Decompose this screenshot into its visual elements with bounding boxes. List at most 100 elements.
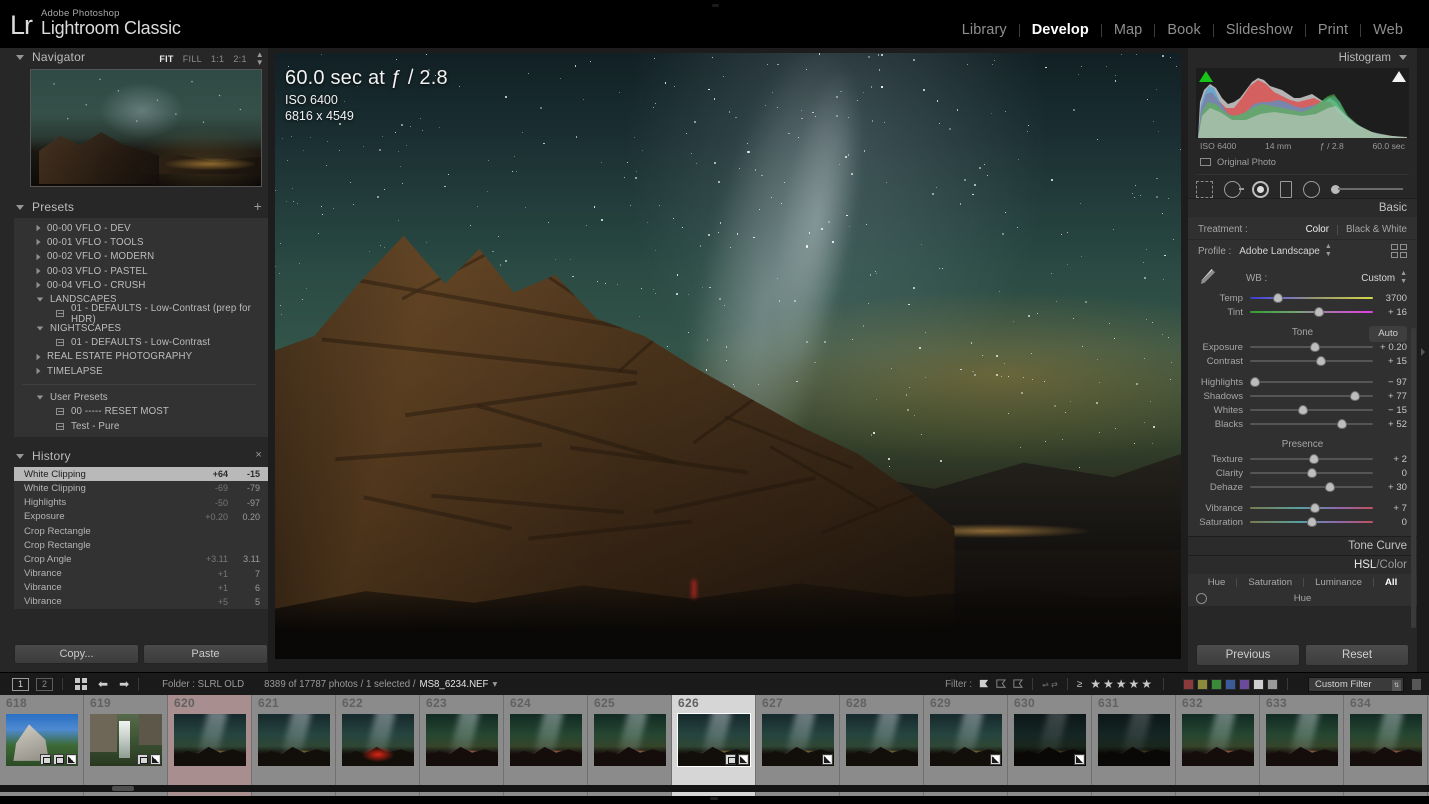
filmstrip-thumbnail[interactable]: 629 bbox=[924, 695, 1008, 796]
red-eye-icon[interactable] bbox=[1252, 181, 1269, 198]
previous-button[interactable]: Previous bbox=[1196, 644, 1300, 666]
develop-badge-icon[interactable] bbox=[822, 754, 833, 765]
slider-track-area[interactable] bbox=[1250, 391, 1373, 401]
slider-value[interactable]: 0 bbox=[1373, 517, 1407, 528]
slider-row-saturation[interactable]: Saturation0 bbox=[1198, 515, 1407, 529]
filmstrip-thumbnail[interactable]: 619 bbox=[84, 695, 168, 796]
custom-filter-select[interactable]: Custom Filter ⇅ bbox=[1308, 677, 1404, 692]
flag-pick-icon[interactable] bbox=[978, 679, 989, 690]
stepper-icon[interactable]: ⇅ bbox=[1392, 680, 1401, 691]
copy-button[interactable]: Copy... bbox=[14, 644, 139, 664]
slider-knob[interactable] bbox=[1316, 356, 1326, 366]
tone-curve-header[interactable]: Tone Curve bbox=[1188, 536, 1417, 555]
filmstrip[interactable]: 6186196206216226236246256266276286296306… bbox=[0, 695, 1429, 796]
history-row[interactable]: Vibrance+55 bbox=[14, 595, 268, 609]
module-map[interactable]: Map bbox=[1102, 22, 1155, 38]
zoom-mode-1-1[interactable]: 1:1 bbox=[211, 54, 224, 64]
folder-label[interactable]: Folder : SLRL OLD bbox=[162, 679, 244, 690]
hsl-panel-header[interactable]: HSL / Color bbox=[1188, 555, 1417, 574]
screen-2-button[interactable]: 2 bbox=[36, 678, 53, 691]
history-row[interactable]: Crop Angle+3.113.11 bbox=[14, 552, 268, 566]
filmstrip-thumbnail[interactable]: 621 bbox=[252, 695, 336, 796]
zoom-mode-fit[interactable]: FIT bbox=[159, 54, 173, 64]
history-row[interactable]: Crop Rectangle bbox=[14, 538, 268, 552]
crop-badge-icon[interactable] bbox=[725, 754, 736, 765]
filmstrip-thumbnail[interactable]: 624 bbox=[504, 695, 588, 796]
preset-group[interactable]: 00-00 VFLO - DEV bbox=[14, 221, 268, 235]
slider-row-whites[interactable]: Whites− 15 bbox=[1198, 403, 1407, 417]
slider-track-area[interactable] bbox=[1250, 517, 1373, 527]
slider-knob[interactable] bbox=[1314, 307, 1324, 317]
history-header[interactable]: History × bbox=[14, 447, 268, 465]
original-photo-row[interactable]: Original Photo bbox=[1200, 157, 1417, 167]
slider-track-area[interactable] bbox=[1250, 482, 1373, 492]
module-web[interactable]: Web bbox=[1361, 22, 1415, 38]
slider-row-clarity[interactable]: Clarity0 bbox=[1198, 466, 1407, 480]
slider-row-temp[interactable]: Temp3700 bbox=[1198, 291, 1407, 305]
shadow-clipping-indicator[interactable] bbox=[1199, 71, 1213, 82]
develop-badge-icon[interactable] bbox=[150, 754, 161, 765]
slider-track-area[interactable] bbox=[1250, 356, 1373, 366]
color-label-swatch-4[interactable] bbox=[1239, 679, 1250, 690]
preset-item[interactable]: Test - Pure bbox=[14, 419, 268, 433]
slider-knob[interactable] bbox=[1298, 405, 1308, 415]
filmstrip-collapse-handle[interactable] bbox=[710, 797, 718, 800]
hsl-tab-luminance[interactable]: Luminance bbox=[1304, 577, 1373, 588]
flag-compare-icons[interactable]: ⇌ ⇄ bbox=[1042, 680, 1058, 689]
navigator-header[interactable]: Navigator FITFILL1:12:1▲▼ bbox=[14, 48, 268, 66]
color-label-swatch-1[interactable] bbox=[1197, 679, 1208, 690]
slider-knob[interactable] bbox=[1325, 482, 1335, 492]
slider-row-dehaze[interactable]: Dehaze+ 30 bbox=[1198, 480, 1407, 494]
history-row[interactable]: Vibrance+16 bbox=[14, 581, 268, 595]
slider-track-area[interactable] bbox=[1250, 342, 1373, 352]
flag-unflagged-icon[interactable] bbox=[995, 679, 1006, 690]
radial-filter-icon[interactable] bbox=[1303, 181, 1320, 198]
screen-1-button[interactable]: 1 bbox=[12, 678, 29, 691]
thumbnail-image[interactable] bbox=[930, 714, 1002, 766]
filmstrip-thumbnail[interactable]: 626 bbox=[672, 695, 756, 796]
history-row[interactable]: White Clipping+64-15 bbox=[14, 467, 268, 481]
filmstrip-thumbnail[interactable]: 630 bbox=[1008, 695, 1092, 796]
filmstrip-thumbnail[interactable]: 625 bbox=[588, 695, 672, 796]
thumbnail-image[interactable] bbox=[762, 714, 834, 766]
filmstrip-thumbnail[interactable]: 631 bbox=[1092, 695, 1176, 796]
slider-value[interactable]: 3700 bbox=[1373, 293, 1407, 304]
graduated-filter-icon[interactable] bbox=[1280, 181, 1292, 198]
slider-track-area[interactable] bbox=[1250, 377, 1373, 387]
slider-track-area[interactable] bbox=[1250, 468, 1373, 478]
history-row[interactable]: White Clipping-69-79 bbox=[14, 481, 268, 495]
slider-value[interactable]: + 15 bbox=[1373, 356, 1407, 367]
stepper-icon[interactable]: ▲▼ bbox=[1400, 270, 1407, 286]
slider-knob[interactable] bbox=[1310, 342, 1320, 352]
add-preset-icon[interactable]: + bbox=[254, 200, 262, 212]
current-filename[interactable]: MS8_6234.NEF bbox=[420, 679, 489, 690]
preset-item[interactable]: 01 - DEFAULTS - Low-Contrast (prep for H… bbox=[14, 307, 268, 321]
develop-badge-icon[interactable] bbox=[66, 754, 77, 765]
preset-group[interactable]: TIMELAPSE bbox=[14, 364, 268, 378]
preset-group[interactable]: 00-04 VFLO - CRUSH bbox=[14, 278, 268, 292]
thumbnail-image[interactable] bbox=[1098, 714, 1170, 766]
hsl-tab-saturation[interactable]: Saturation bbox=[1237, 577, 1303, 588]
color-label-swatch-0[interactable] bbox=[1183, 679, 1194, 690]
treatment-bw-option[interactable]: Black & White bbox=[1346, 224, 1407, 235]
slider-knob[interactable] bbox=[1309, 454, 1319, 464]
history-row[interactable]: Highlights-50-97 bbox=[14, 496, 268, 510]
slider-knob[interactable] bbox=[1273, 293, 1283, 303]
thumbnail-image[interactable] bbox=[1350, 714, 1422, 766]
zoom-mode-2-1[interactable]: 2:1 bbox=[233, 54, 246, 64]
develop-badge-icon[interactable] bbox=[738, 754, 749, 765]
module-book[interactable]: Book bbox=[1155, 22, 1212, 38]
slider-value[interactable]: + 7 bbox=[1373, 503, 1407, 514]
slider-value[interactable]: 0 bbox=[1373, 468, 1407, 479]
slider-track-area[interactable] bbox=[1250, 307, 1373, 317]
crop-badge-icon[interactable] bbox=[137, 754, 148, 765]
histogram-header[interactable]: Histogram bbox=[1188, 48, 1417, 67]
thumbnail-image[interactable] bbox=[594, 714, 666, 766]
targeted-adjustment-icon[interactable] bbox=[1196, 593, 1207, 604]
navigator-preview[interactable] bbox=[30, 69, 262, 187]
filmstrip-thumbnail[interactable]: 628 bbox=[840, 695, 924, 796]
slider-value[interactable]: + 30 bbox=[1373, 482, 1407, 493]
crop-badge-icon[interactable] bbox=[40, 754, 51, 765]
history-row[interactable]: Exposure+0.200.20 bbox=[14, 510, 268, 524]
slider-track-area[interactable] bbox=[1250, 419, 1373, 429]
